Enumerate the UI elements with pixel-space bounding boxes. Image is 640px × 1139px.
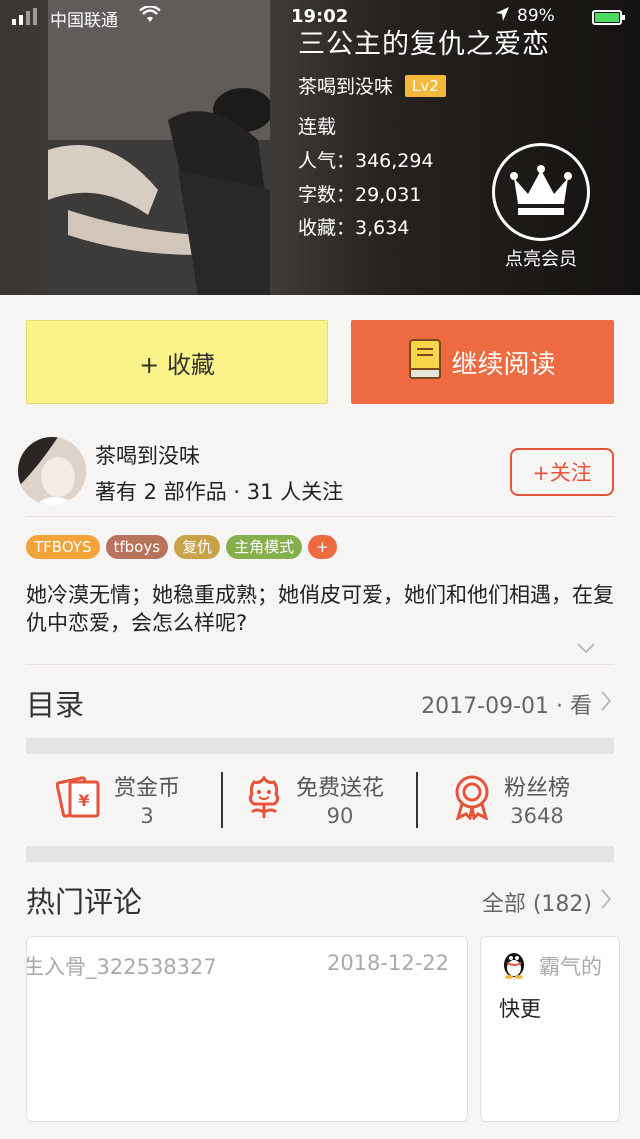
- author-card-stats: 著有 2 部作品 · 31 人关注: [95, 480, 344, 504]
- stat-value: 3: [140, 804, 154, 828]
- book-description: 她冷漠无情；她稳重成熟；她俏皮可爱，她们和他们相遇，在复仇中恋爱，会怎么样呢?: [26, 583, 614, 635]
- stat-label: 粉丝榜: [504, 776, 571, 801]
- carrier-name: 中国联通: [50, 11, 118, 31]
- word-count: 字数：29,031: [298, 184, 422, 206]
- comment-card[interactable]: 生入骨_322538327 2018-12-22: [26, 936, 468, 1122]
- stat-value: 90: [326, 804, 354, 828]
- tag-chip[interactable]: tfboys: [105, 535, 169, 559]
- book-author[interactable]: 茶喝到没味 Lv2: [298, 72, 446, 99]
- free-flowers-item[interactable]: 免费送花 90: [244, 770, 384, 828]
- collect-button[interactable]: + 收藏: [26, 320, 328, 404]
- tag-chip[interactable]: 复仇: [174, 535, 221, 559]
- battery-icon: [592, 10, 625, 25]
- red-envelope-icon: ¥: [55, 774, 102, 824]
- comment-date: 2018-12-22: [326, 951, 449, 975]
- all-comments-text: 全部 (182): [481, 892, 592, 917]
- author-card-name[interactable]: 茶喝到没味: [95, 440, 200, 470]
- section-divider: [26, 664, 614, 665]
- serial-status: 连载: [298, 116, 337, 138]
- follow-button[interactable]: +关注: [510, 448, 614, 496]
- author-avatar[interactable]: [18, 437, 86, 505]
- vip-membership-button[interactable]: 点亮会员: [492, 143, 590, 271]
- chevron-right-icon: [600, 690, 612, 718]
- section-separator: [26, 738, 614, 754]
- qq-penguin-icon: [501, 949, 527, 983]
- chevron-down-icon[interactable]: [576, 640, 596, 659]
- tag-list: TFBOYS tfboys 复仇 主角模式 +: [26, 535, 337, 559]
- continue-reading-button[interactable]: 继续阅读: [351, 320, 614, 404]
- book-title: 三公主的复仇之爱恋: [298, 29, 550, 60]
- vip-label: 点亮会员: [505, 249, 577, 270]
- svg-text:¥: ¥: [78, 791, 89, 810]
- tag-chip[interactable]: 主角模式: [226, 535, 303, 559]
- comment-card[interactable]: 霸气的 快更: [480, 936, 620, 1122]
- wifi-icon: [139, 5, 161, 29]
- comment-username[interactable]: 生入骨_322538327: [27, 951, 217, 981]
- catalog-latest-link[interactable]: 2017-09-01 · 看: [421, 688, 612, 720]
- author-name[interactable]: 茶喝到没味: [298, 72, 393, 99]
- stat-divider: [416, 772, 418, 828]
- stat-divider: [221, 772, 223, 828]
- reward-coins-item[interactable]: ¥ 赏金币 3: [55, 770, 181, 828]
- book-header: 中国联通 19:02 89% 三公主的复仇之爱恋 茶喝到没味 Lv2 连载 人气…: [0, 0, 640, 295]
- popularity-count: 人气：346,294: [298, 150, 434, 172]
- flower-icon: [244, 774, 284, 824]
- comment-username[interactable]: 霸气的: [539, 951, 602, 981]
- signal-icon: [12, 8, 37, 25]
- chevron-right-icon: [600, 888, 612, 916]
- level-badge: Lv2: [405, 74, 446, 97]
- section-separator: [26, 846, 614, 862]
- award-badge-icon: [452, 774, 492, 824]
- stat-label: 免费送花: [296, 776, 385, 801]
- crown-icon: [492, 143, 590, 241]
- stat-value: 3648: [510, 804, 564, 828]
- hot-comments-title: 热门评论: [26, 885, 143, 919]
- continue-reading-label: 继续阅读: [451, 349, 556, 380]
- comment-text: 快更: [499, 997, 541, 1021]
- section-divider: [26, 516, 614, 517]
- tag-chip[interactable]: TFBOYS: [26, 535, 100, 559]
- book-cover-image[interactable]: [48, 0, 270, 295]
- fan-ranking-item[interactable]: 粉丝榜 3648: [452, 770, 570, 828]
- catalog-latest-text: 2017-09-01 · 看: [421, 694, 592, 719]
- book-icon: [409, 338, 442, 386]
- favorites-count: 收藏：3,634: [298, 217, 410, 239]
- stat-label: 赏金币: [114, 776, 181, 801]
- all-comments-link[interactable]: 全部 (182): [482, 886, 612, 918]
- tag-chip[interactable]: +: [308, 535, 337, 559]
- catalog-title: 目录: [26, 688, 85, 722]
